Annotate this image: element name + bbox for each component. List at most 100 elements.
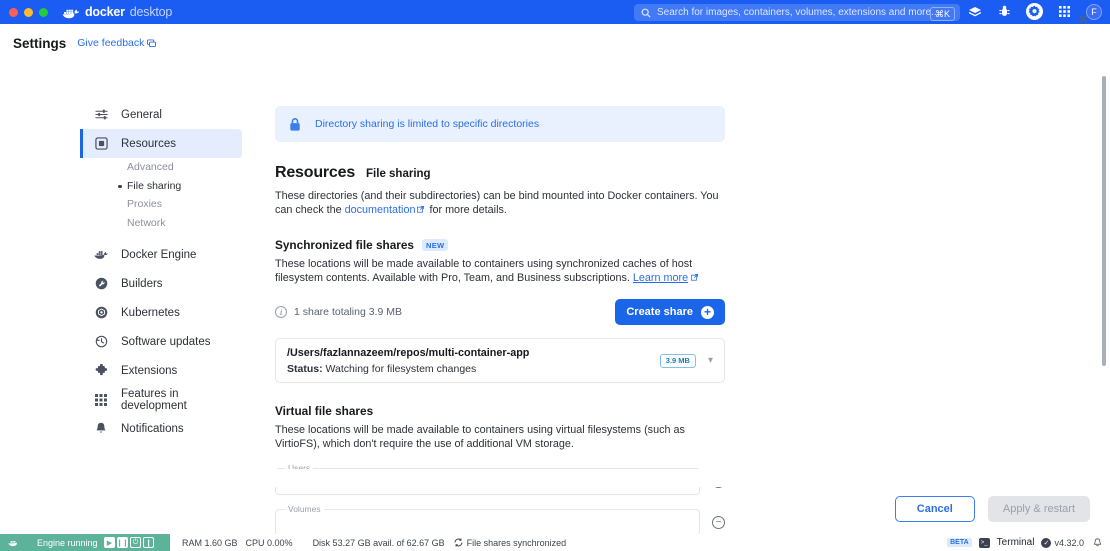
sidebar-item-label: General — [121, 109, 162, 121]
brand-subtitle: desktop — [130, 5, 172, 19]
settings-sidebar: General Resources Advanced File sharing … — [80, 100, 242, 443]
sidebar-subitem-file-sharing[interactable]: File sharing — [127, 177, 242, 196]
bug-icon[interactable] — [996, 3, 1013, 20]
search-input[interactable]: Search for images, containers, volumes, … — [657, 7, 939, 18]
docker-engine-icon — [94, 248, 108, 262]
bell-icon — [94, 422, 108, 436]
terminal-button[interactable]: Terminal — [997, 537, 1035, 548]
give-feedback-link[interactable]: Give feedback — [77, 37, 156, 49]
settings-scrollbar[interactable] — [1100, 62, 1108, 522]
share-path: /Users/fazlannazeem/repos/multi-containe… — [287, 347, 660, 359]
cancel-button[interactable]: Cancel — [895, 496, 975, 522]
share-status-value: Watching for filesystem changes — [326, 363, 477, 375]
sidebar-item-features-in-development[interactable]: Features in development — [80, 385, 242, 414]
settings-gear-icon[interactable] — [1026, 3, 1043, 20]
feedback-bubble-icon — [147, 39, 156, 48]
clock-update-icon — [94, 335, 108, 349]
sidebar-item-resources[interactable]: Resources — [80, 129, 242, 158]
file-sharing-description: These directories (and their subdirector… — [275, 190, 725, 217]
create-share-button[interactable]: Create share + — [615, 299, 725, 325]
brand-name: docker — [85, 5, 125, 19]
synchronized-shares-title: Synchronized file shares — [275, 238, 414, 252]
virtual-shares-description: These locations will be made available t… — [275, 424, 725, 451]
sidebar-item-label: Kubernetes — [121, 307, 180, 319]
sidebar-item-label: Docker Engine — [121, 249, 196, 261]
learn-more-link[interactable]: Learn more — [633, 272, 688, 284]
global-search-bar[interactable]: Search for images, containers, volumes, … — [634, 4, 960, 21]
grid-features-icon — [94, 393, 108, 407]
file-shares-label: File shares synchronized — [467, 538, 567, 548]
directory-sharing-banner: Directory sharing is limited to specific… — [275, 106, 725, 142]
create-share-label: Create share — [626, 306, 693, 318]
sidebar-item-general[interactable]: General — [80, 100, 242, 129]
minimize-window-button[interactable] — [24, 8, 33, 17]
file-shares-status: File shares synchronized — [454, 538, 567, 548]
extensions-icon[interactable] — [966, 3, 983, 20]
sync-icon — [454, 538, 463, 547]
sidebar-subitem-network[interactable]: Network — [127, 214, 242, 233]
external-link-icon — [691, 274, 698, 281]
status-bar-right: BETA >_ Terminal ✓ v4.32.0 — [947, 537, 1102, 548]
scroll-clip-mask — [242, 469, 1104, 487]
remove-share-icon[interactable]: − — [712, 516, 725, 529]
share-item-details: /Users/fazlannazeem/repos/multi-containe… — [287, 347, 660, 375]
sidebar-subitem-proxies[interactable]: Proxies — [127, 195, 242, 214]
beta-badge: BETA — [947, 538, 972, 547]
cpu-status: CPU 0.00% — [246, 538, 293, 548]
grid-apps-icon[interactable] — [1056, 3, 1073, 20]
engine-controls[interactable]: ▶ ❙❙ ⏻ ❙ — [104, 537, 154, 548]
share-status-label: Status: — [287, 363, 323, 375]
whale-status-icon — [8, 538, 20, 547]
docker-whale-icon — [62, 6, 80, 19]
scrollbar-thumb[interactable] — [1102, 76, 1106, 366]
version-label: v4.32.0 — [1054, 538, 1084, 548]
volumes-field-legend: Volumes — [285, 504, 324, 514]
sidebar-item-notifications[interactable]: Notifications — [80, 414, 242, 443]
volumes-path-field[interactable]: Volumes — [275, 509, 700, 536]
panel-heading: Resources — [275, 164, 355, 182]
share-summary-row: i 1 share totaling 3.9 MB Create share + — [275, 299, 725, 325]
share-status: Status: Watching for filesystem changes — [287, 363, 660, 375]
chevron-down-icon[interactable]: ▾ — [708, 355, 713, 366]
documentation-link[interactable]: documentation — [345, 204, 416, 216]
share-list-item[interactable]: /Users/fazlannazeem/repos/multi-containe… — [275, 338, 725, 383]
panel-subheading: File sharing — [366, 168, 431, 180]
synchronized-shares-description: These locations will be made available t… — [275, 258, 725, 285]
window-traffic-lights[interactable] — [9, 8, 48, 17]
sidebar-item-software-updates[interactable]: Software updates — [80, 327, 242, 356]
terminal-icon[interactable]: >_ — [979, 538, 990, 548]
version-indicator: ✓ v4.32.0 — [1041, 538, 1084, 548]
search-icon — [641, 8, 651, 18]
sidebar-item-extensions[interactable]: Extensions — [80, 356, 242, 385]
disk-status: Disk 53.27 GB avail. of 62.67 GB — [313, 538, 445, 548]
sliders-icon — [94, 108, 108, 122]
sidebar-item-label: Extensions — [121, 365, 177, 377]
sidebar-item-label: Software updates — [121, 336, 211, 348]
engine-restart-button[interactable]: ⏻ — [130, 537, 141, 548]
sidebar-item-docker-engine[interactable]: Docker Engine — [80, 240, 242, 269]
sidebar-item-builders[interactable]: Builders — [80, 269, 242, 298]
engine-pause-button[interactable]: ❙❙ — [117, 537, 128, 548]
sidebar-item-kubernetes[interactable]: Kubernetes — [80, 298, 242, 327]
ram-status: RAM 1.60 GB — [182, 538, 238, 548]
builders-wrench-icon — [94, 277, 108, 291]
notifications-bell-icon[interactable] — [1093, 538, 1102, 548]
engine-status-label: Engine running — [37, 538, 98, 548]
docker-logo: docker desktop — [62, 5, 172, 19]
close-window-button[interactable] — [9, 8, 18, 17]
engine-status-pill: Engine running ▶ ❙❙ ⏻ ❙ — [0, 534, 170, 551]
zoom-window-button[interactable] — [39, 8, 48, 17]
sync-description-text: These locations will be made available t… — [275, 258, 692, 284]
sidebar-subitem-label: Advanced — [127, 161, 174, 173]
resources-subnav: Advanced File sharing Proxies Network — [80, 158, 242, 232]
status-bar: Engine running ▶ ❙❙ ⏻ ❙ RAM 1.60 GB CPU … — [0, 534, 1110, 551]
sidebar-item-label: Builders — [121, 278, 163, 290]
title-bar: docker desktop Search for images, contai… — [0, 0, 1110, 24]
engine-stop-button[interactable]: ❙ — [143, 537, 154, 548]
engine-start-button[interactable]: ▶ — [104, 537, 115, 548]
puzzle-piece-icon — [94, 364, 108, 378]
sidebar-item-label: Resources — [121, 138, 176, 150]
close-settings-button[interactable]: ✕ — [1074, 10, 1092, 28]
sidebar-subitem-advanced[interactable]: Advanced — [127, 158, 242, 177]
sidebar-subitem-label: Proxies — [127, 198, 162, 210]
